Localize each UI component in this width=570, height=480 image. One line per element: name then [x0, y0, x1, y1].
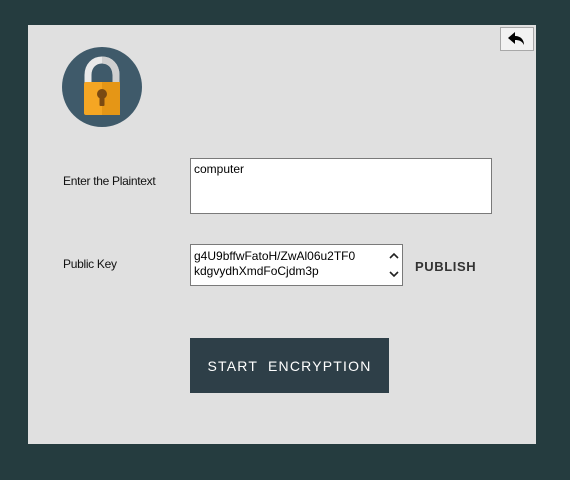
public-key-text: g4U9bffwFatoH/ZwAl06u2TF0 kdgvydhXmdFoCj…	[194, 249, 382, 279]
encryption-window: Enter the Plaintext computer Public Key …	[28, 25, 536, 444]
publish-button[interactable]: PUBLISH	[415, 259, 476, 274]
start-encryption-button[interactable]: START ENCRYPTION	[190, 338, 389, 393]
public-key-line-1: g4U9bffwFatoH/ZwAl06u2TF0	[194, 249, 356, 263]
public-key-label: Public Key	[63, 257, 117, 271]
public-key-field[interactable]: g4U9bffwFatoH/ZwAl06u2TF0 kdgvydhXmdFoCj…	[190, 244, 403, 286]
start-encryption-label: START ENCRYPTION	[207, 357, 372, 374]
chevron-down-icon[interactable]	[385, 266, 402, 283]
back-arrow-icon	[508, 32, 524, 45]
public-key-scrollbar[interactable]	[385, 245, 402, 285]
chevron-up-icon[interactable]	[385, 247, 402, 264]
padlock-icon	[62, 47, 142, 127]
back-button[interactable]	[500, 27, 534, 51]
public-key-line-2: kdgvydhXmdFoCjdm3p	[194, 264, 319, 278]
plaintext-label: Enter the Plaintext	[63, 174, 156, 188]
plaintext-input[interactable]: computer	[190, 158, 492, 214]
